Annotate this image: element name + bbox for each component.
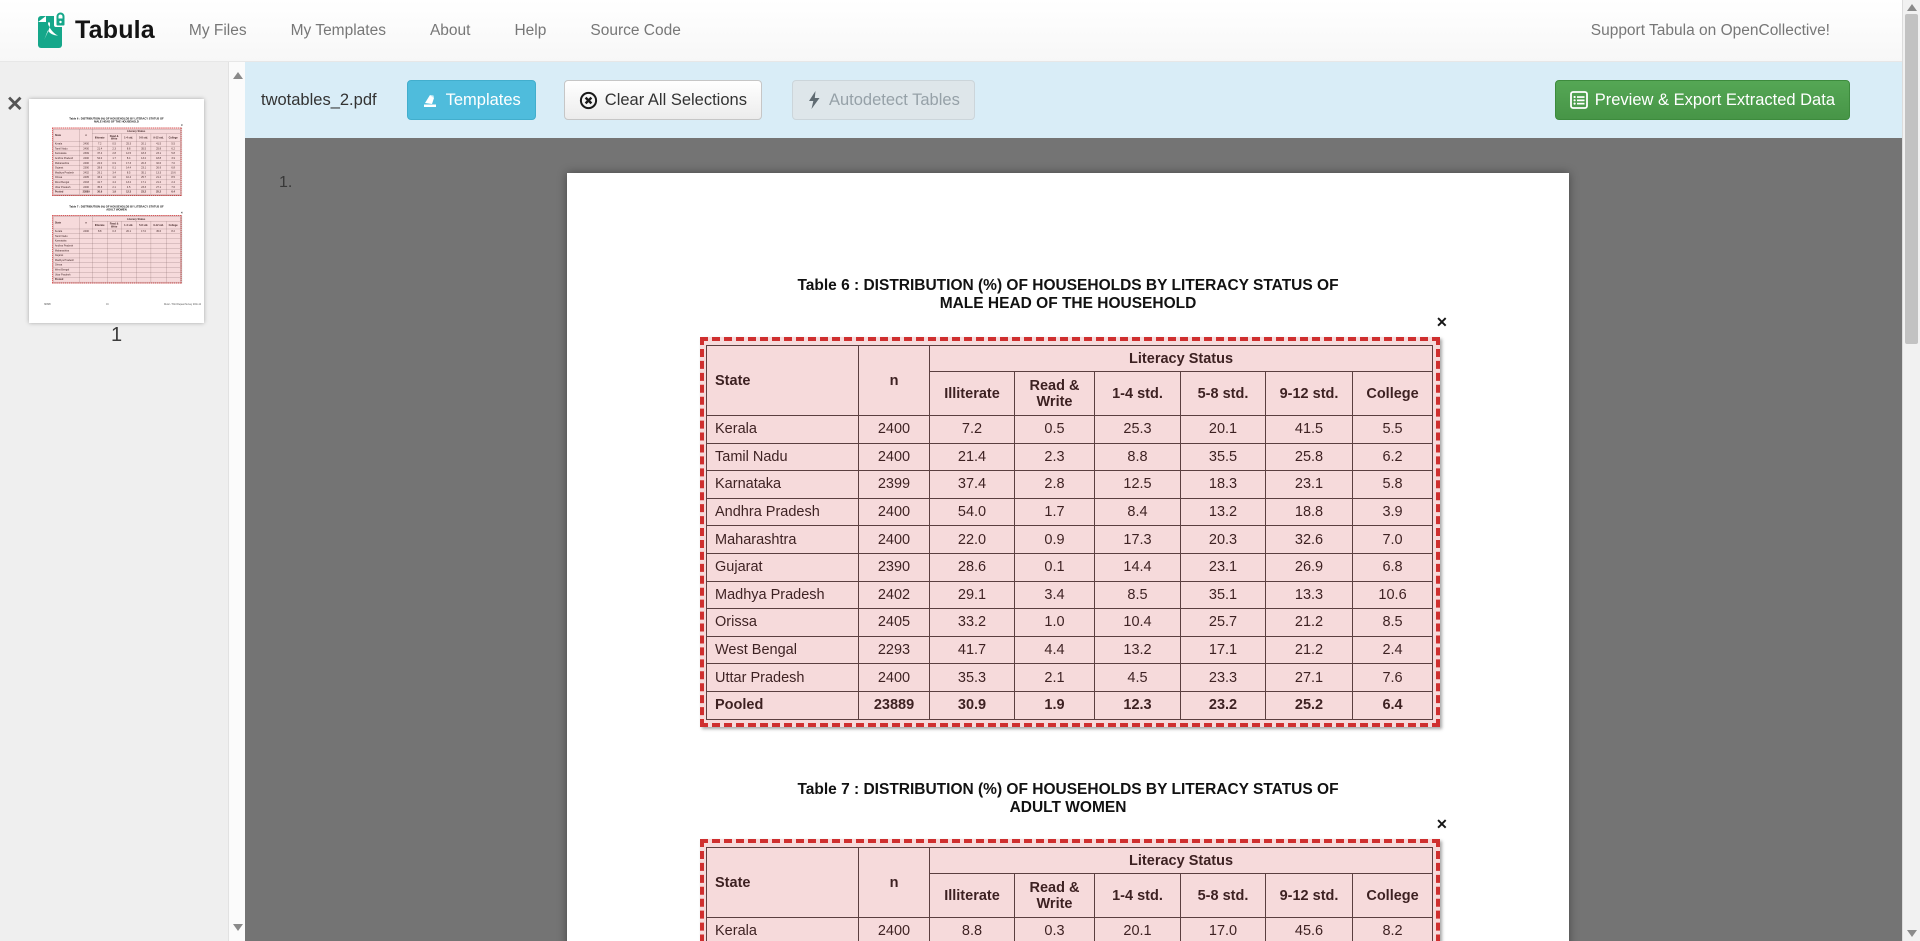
thumb-table-selection-box-2 — [52, 215, 181, 283]
remove-circle-icon — [579, 91, 598, 110]
thumb-pdf-table-title: Table 6 : DISTRIBUTION (%) OF HOUSEHOLDS… — [29, 117, 204, 123]
preview-export-label: Preview & Export Extracted Data — [1595, 91, 1835, 110]
nav-item-my-templates[interactable]: My Templates — [291, 22, 386, 40]
open-file-name: twotables_2.pdf — [261, 91, 377, 110]
selection-close-icon-1[interactable]: ✕ — [1436, 315, 1448, 329]
selection-close-icon-2[interactable]: ✕ — [1436, 817, 1448, 831]
thumbnail-page-number: 1 — [29, 324, 204, 347]
thumb-pdf-page: Table 6 : DISTRIBUTION (%) OF HOUSEHOLDS… — [29, 99, 204, 322]
thumb-pdf-page-footer: NNMB16Rural - Third Repeat Survey 2011-1… — [44, 303, 201, 306]
thumb-table-selection-box-1 — [52, 128, 181, 196]
sidebar-scroll-down-icon[interactable] — [233, 924, 243, 931]
pdf-viewer-area: 1. Table 6 : DISTRIBUTION (%) OF HOUSEHO… — [245, 138, 1902, 941]
nav-links: My Files My Templates About Help Source … — [189, 22, 725, 40]
autodetect-tables-label: Autodetect Tables — [829, 91, 960, 110]
tabula-logo-icon[interactable] — [37, 12, 67, 50]
nav-item-help[interactable]: Help — [514, 22, 546, 40]
templates-button[interactable]: Templates — [407, 80, 536, 120]
document-toolbar: twotables_2.pdf Templates Clear All Sele… — [245, 62, 1902, 138]
templates-button-label: Templates — [446, 91, 521, 110]
templates-icon — [422, 92, 439, 109]
preview-export-button[interactable]: Preview & Export Extracted Data — [1555, 80, 1850, 120]
thumb-pdf-table-title: Table 7 : DISTRIBUTION (%) OF HOUSEHOLDS… — [29, 205, 204, 211]
window-scroll-up-icon[interactable] — [1907, 4, 1917, 11]
nav-item-my-files[interactable]: My Files — [189, 22, 247, 40]
autodetect-tables-button[interactable]: Autodetect Tables — [792, 80, 975, 120]
clear-all-selections-button[interactable]: Clear All Selections — [564, 80, 762, 120]
thumb-selection-close-icon-2: ✕ — [181, 211, 183, 213]
pdf-page[interactable]: Table 6 : DISTRIBUTION (%) OF HOUSEHOLDS… — [567, 173, 1569, 941]
window-scrollbar[interactable] — [1902, 0, 1920, 941]
page-thumbnail[interactable]: Table 6 : DISTRIBUTION (%) OF HOUSEHOLDS… — [29, 99, 204, 323]
thumb-selection-close-icon-1: ✕ — [181, 124, 183, 126]
pdf-table-title: Table 7 : DISTRIBUTION (%) OF HOUSEHOLDS… — [567, 781, 1569, 817]
flash-bolt-icon — [807, 91, 822, 109]
window-scroll-down-icon[interactable] — [1907, 930, 1917, 937]
support-tabula-link[interactable]: Support Tabula on OpenCollective! — [1591, 22, 1830, 40]
brand-title[interactable]: Tabula — [75, 16, 155, 45]
sidebar-scroll-up-icon[interactable] — [233, 72, 243, 79]
nav-item-source-code[interactable]: Source Code — [590, 22, 680, 40]
clear-all-selections-label: Clear All Selections — [605, 91, 747, 110]
pdf-table-title: Table 6 : DISTRIBUTION (%) OF HOUSEHOLDS… — [567, 277, 1569, 313]
table-selection-box-2[interactable] — [700, 839, 1440, 941]
remove-page-button[interactable]: ✕ — [6, 94, 24, 115]
window-scrollbar-thumb[interactable] — [1905, 14, 1918, 344]
table-selection-box-1[interactable] — [700, 337, 1440, 727]
page-ordinal-label: 1. — [279, 174, 292, 192]
nav-item-about[interactable]: About — [430, 22, 471, 40]
top-navbar: Tabula My Files My Templates About Help … — [0, 0, 1902, 62]
list-alt-icon — [1570, 91, 1588, 109]
page-thumbnails-sidebar: ✕ Table 6 : DISTRIBUTION (%) OF HOUSEHOL… — [0, 62, 245, 941]
sidebar-scrollbar[interactable] — [228, 62, 245, 941]
